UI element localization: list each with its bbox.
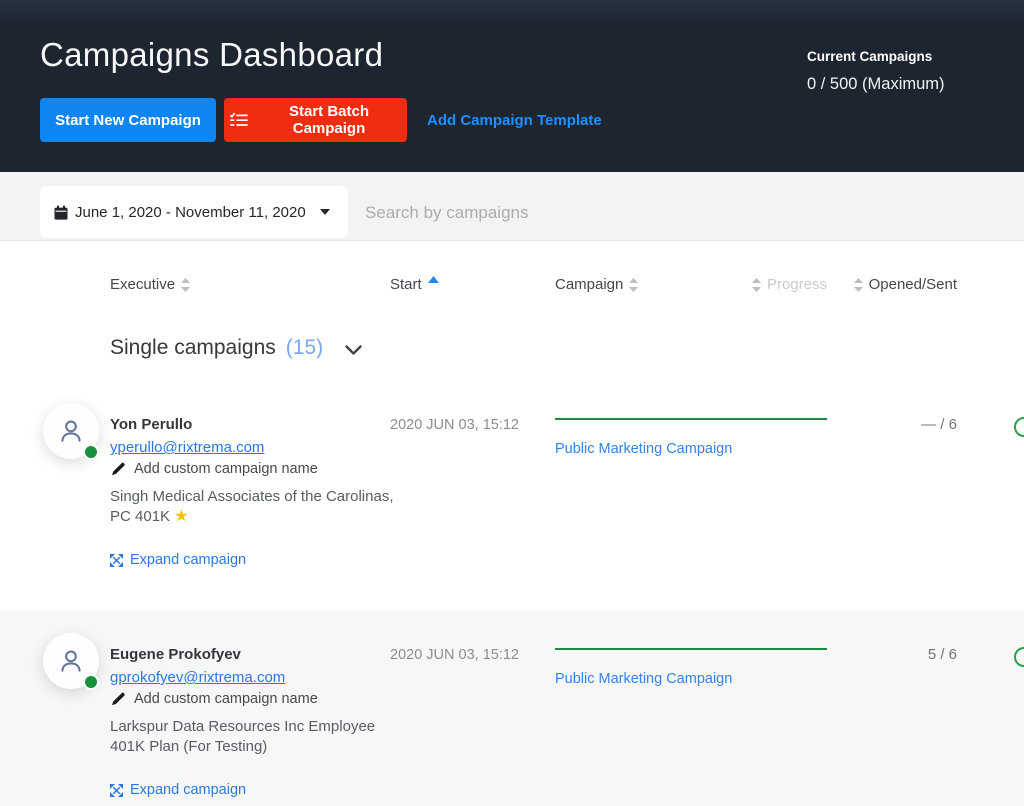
column-header-start[interactable]: Start [390, 276, 439, 293]
add-custom-campaign-name-button[interactable]: Add custom campaign name [110, 691, 318, 707]
opened-sent-value: 5 / 6 [820, 646, 957, 663]
search-input[interactable] [363, 186, 797, 240]
pencil-icon [110, 462, 125, 477]
start-header-label: Start [390, 276, 422, 293]
sort-icon [181, 278, 190, 292]
expand-icon [110, 554, 123, 567]
sort-icon [854, 278, 863, 292]
start-date: 2020 JUN 03, 15:12 [390, 647, 519, 663]
online-status-dot [83, 674, 99, 690]
executive-email-link[interactable]: yperullo@rixtrema.com [110, 439, 264, 456]
expand-campaign-link[interactable]: Expand campaign [110, 782, 246, 798]
add-custom-campaign-name-label: Add custom campaign name [134, 691, 318, 707]
page-title: Campaigns Dashboard [40, 36, 383, 74]
column-header-progress[interactable]: Progress [690, 276, 827, 293]
star-icon: ★ [174, 508, 188, 525]
expand-campaign-label: Expand campaign [130, 552, 246, 568]
executive-name: Eugene Prokofyev [110, 646, 241, 663]
person-icon [56, 416, 86, 446]
plan-name: Singh Medical Associates of the Carolina… [110, 487, 406, 527]
column-header-executive[interactable]: Executive [110, 276, 190, 293]
campaigns-dashboard-page: Campaigns Dashboard Start New Campaign S… [0, 0, 1024, 806]
sort-ascending-icon [428, 276, 439, 283]
campaign-link[interactable]: Public Marketing Campaign [555, 671, 732, 687]
opened-sent-header-label: Opened/Sent [869, 276, 957, 293]
column-header-campaign[interactable]: Campaign [555, 276, 638, 293]
executive-email-link[interactable]: gprokofyev@rixtrema.com [110, 669, 285, 686]
progress-header-label: Progress [767, 276, 827, 293]
executive-name: Yon Perullo [110, 416, 192, 433]
calendar-icon [54, 205, 68, 220]
pencil-icon [110, 692, 125, 707]
single-campaigns-count: (15) [286, 336, 323, 360]
page-header: Campaigns Dashboard Start New Campaign S… [0, 0, 1024, 172]
progress-bar [555, 418, 827, 420]
sort-icon [752, 278, 761, 292]
plan-name-text: Singh Medical Associates of the Carolina… [110, 488, 393, 525]
person-icon [56, 646, 86, 676]
campaign-link[interactable]: Public Marketing Campaign [555, 441, 732, 457]
expand-campaign-link[interactable]: Expand campaign [110, 552, 246, 568]
sort-icon [629, 278, 638, 292]
date-range-picker[interactable]: June 1, 2020 - November 11, 2020 [40, 186, 348, 238]
start-new-campaign-label: Start New Campaign [55, 112, 201, 129]
status-circle-icon[interactable] [1014, 417, 1024, 437]
current-campaigns-value: 0 / 500 (Maximum) [807, 75, 945, 94]
online-status-dot [83, 444, 99, 460]
add-campaign-template-link[interactable]: Add Campaign Template [427, 112, 602, 129]
campaign-header-label: Campaign [555, 276, 623, 293]
chevron-down-icon [345, 345, 362, 355]
date-range-label: June 1, 2020 - November 11, 2020 [75, 204, 306, 221]
status-circle-icon[interactable] [1014, 647, 1024, 667]
current-campaigns-label: Current Campaigns [807, 49, 932, 64]
expand-campaign-label: Expand campaign [130, 782, 246, 798]
opened-sent-value: — / 6 [820, 416, 957, 433]
single-campaigns-toggle[interactable]: Single campaigns (15) [110, 336, 362, 360]
start-batch-campaign-label: Start Batch Campaign [257, 103, 401, 137]
add-custom-campaign-name-label: Add custom campaign name [134, 461, 318, 477]
table-row: Yon Perullo yperullo@rixtrema.com Add cu… [0, 380, 1024, 610]
plan-name-text: Larkspur Data Resources Inc Employee 401… [110, 718, 375, 755]
table-row: Eugene Prokofyev gprokofyev@rixtrema.com… [0, 610, 1024, 806]
expand-icon [110, 784, 123, 797]
plan-name: Larkspur Data Resources Inc Employee 401… [110, 717, 406, 757]
filter-bar: June 1, 2020 - November 11, 2020 [0, 172, 1024, 241]
progress-bar [555, 648, 827, 650]
start-new-campaign-button[interactable]: Start New Campaign [40, 98, 216, 142]
start-batch-campaign-button[interactable]: Start Batch Campaign [224, 98, 407, 142]
executive-header-label: Executive [110, 276, 175, 293]
start-date: 2020 JUN 03, 15:12 [390, 417, 519, 433]
caret-down-icon [320, 209, 330, 215]
add-custom-campaign-name-button[interactable]: Add custom campaign name [110, 461, 318, 477]
batch-list-icon [230, 112, 248, 128]
single-campaigns-title: Single campaigns [110, 336, 276, 360]
column-header-opened-sent[interactable]: Opened/Sent [820, 276, 957, 293]
